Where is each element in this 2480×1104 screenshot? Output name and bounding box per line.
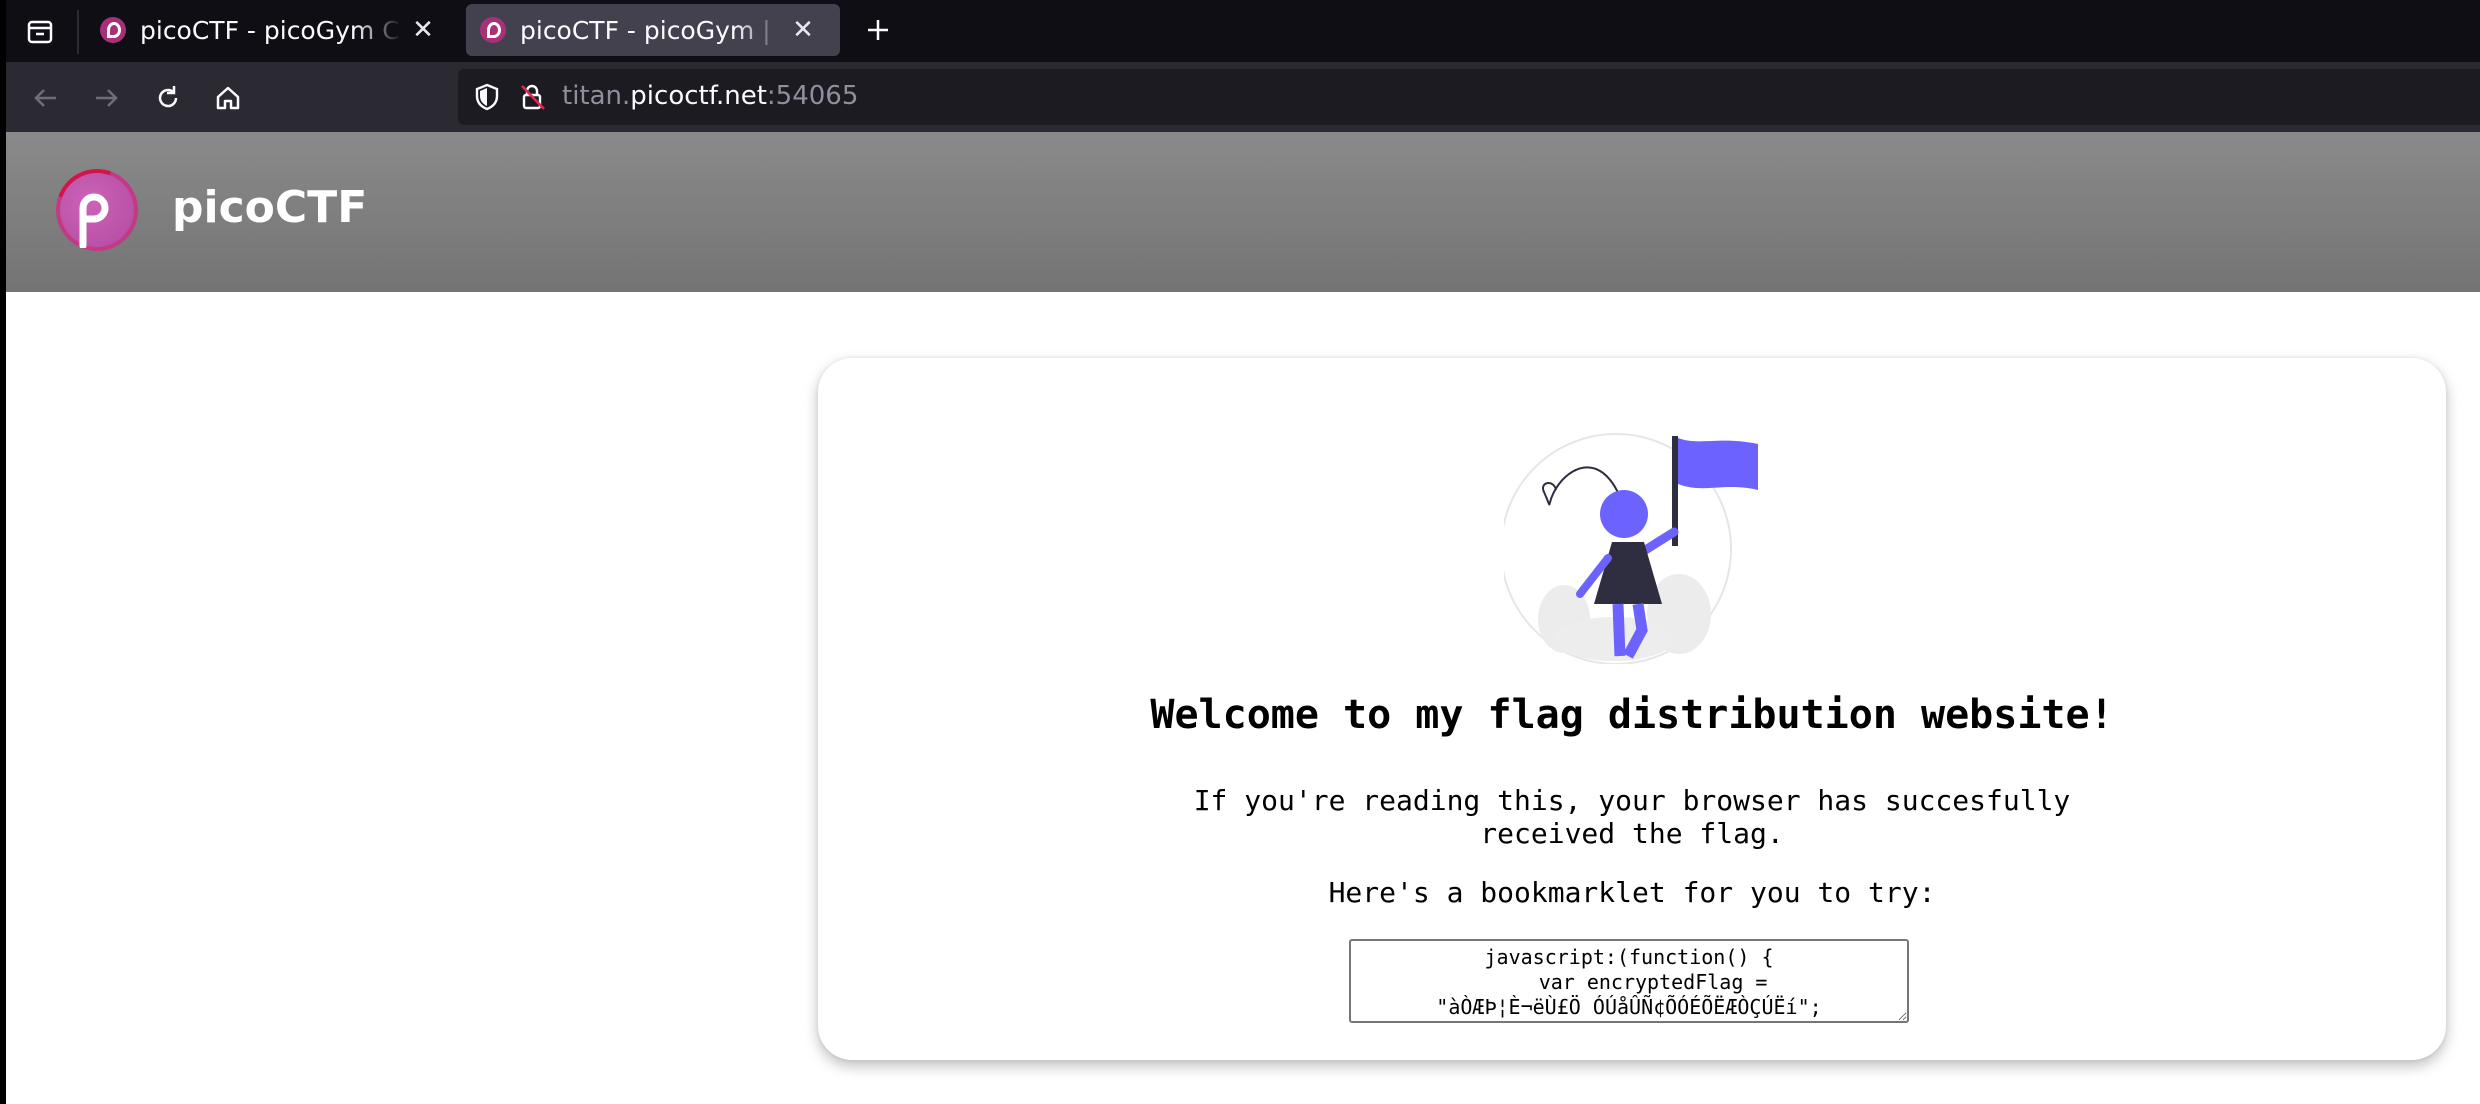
picoctf-favicon-icon (100, 17, 126, 43)
reload-button[interactable] (146, 76, 190, 120)
intro-text: If you're reading this, your browser has… (818, 784, 2446, 850)
close-tab-icon[interactable]: ✕ (408, 15, 438, 45)
url-subdomain: titan. (562, 81, 631, 111)
tab-title: picoCTF - picoGym Challenges (140, 15, 402, 45)
plus-icon (868, 20, 888, 40)
page-heading: Welcome to my flag distribution website! (1150, 692, 2114, 738)
intro-line-2: received the flag. (1480, 817, 1784, 850)
insecure-lock-icon[interactable] (518, 82, 548, 112)
tab-list-icon (27, 20, 53, 44)
tab-picogym-challenges[interactable]: picoCTF - picoGym Challenges ✕ (86, 4, 458, 56)
content-card: Welcome to my flag distribution website!… (818, 358, 2446, 1060)
new-tab-button[interactable] (858, 4, 898, 56)
brand-name[interactable]: picoCTF (172, 182, 367, 233)
url-port: :54065 (766, 81, 859, 111)
tab-title: picoCTF - picoGym | Bookmarklet (520, 15, 782, 45)
logo-p-glyph (79, 193, 109, 248)
bookmarklet-intro: Here's a bookmarklet for you to try: (1328, 876, 1936, 909)
close-tab-icon[interactable]: ✕ (788, 15, 818, 45)
navigation-toolbar: titan.picoctf.net:54065 (0, 62, 2480, 132)
bookmarklet-textarea[interactable]: javascript:(function() { var encryptedFl… (1349, 939, 1909, 1023)
url-host: picoctf.net (630, 81, 767, 111)
arrow-right-icon (96, 89, 118, 107)
reload-icon (158, 86, 178, 108)
home-icon (216, 86, 240, 110)
picoctf-favicon-icon (480, 17, 506, 43)
tab-list-button[interactable] (18, 12, 62, 52)
tab-bookmarklet[interactable]: picoCTF - picoGym | Bookmarklet ✕ (466, 4, 840, 56)
arrow-left-icon (34, 89, 56, 107)
intro-line-1: If you're reading this, your browser has… (1193, 784, 2071, 817)
window-edge (0, 0, 6, 1104)
home-button[interactable] (206, 76, 250, 120)
flag-person-illustration (1504, 433, 1758, 664)
address-bar[interactable]: titan.picoctf.net:54065 (458, 69, 2480, 125)
tab-bar: picoCTF - picoGym Challenges ✕ picoCTF -… (0, 0, 2480, 62)
url-text[interactable]: titan.picoctf.net:54065 (562, 81, 858, 111)
back-button[interactable] (24, 76, 68, 120)
shield-icon[interactable] (472, 82, 502, 112)
tab-separator (77, 10, 79, 54)
forward-button[interactable] (84, 76, 128, 120)
site-header: picoCTF (6, 132, 2480, 292)
